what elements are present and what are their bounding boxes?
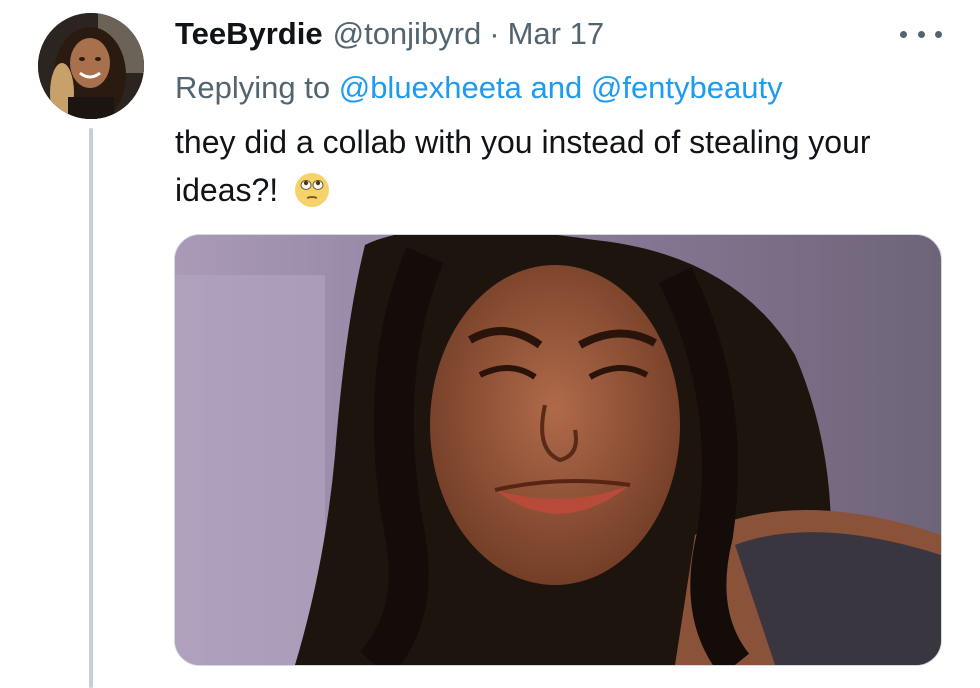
tweet[interactable]: TeeByrdie @tonjibyrd · Mar 17 Replying t… <box>0 0 980 688</box>
replying-to-line: Replying to @bluexheeta and @fentybeauty <box>175 68 783 108</box>
tweet-body: they did a collab with you instead of st… <box>175 124 871 208</box>
tweet-date[interactable]: Mar 17 <box>508 14 604 54</box>
tweet-media-photo[interactable] <box>174 234 942 666</box>
tweet-header: TeeByrdie @tonjibyrd · Mar 17 <box>175 14 604 54</box>
reply-mention-bluexheeta[interactable]: @bluexheeta <box>339 70 522 105</box>
avatar[interactable] <box>38 13 144 119</box>
tweet-text: they did a collab with you instead of st… <box>175 118 955 214</box>
separator-dot: · <box>489 16 500 51</box>
crying-woman-photo <box>175 235 941 665</box>
display-name[interactable]: TeeByrdie <box>175 14 323 54</box>
more-options-icon[interactable] <box>900 22 942 46</box>
face-with-rolling-eyes-emoji <box>293 171 331 209</box>
more-dot <box>935 30 942 38</box>
more-dot <box>900 30 907 38</box>
reply-conjunction: and <box>530 70 583 105</box>
user-handle[interactable]: @tonjibyrd <box>333 14 482 54</box>
avatar-image <box>38 13 144 119</box>
reply-mention-fentybeauty[interactable]: @fentybeauty <box>591 70 783 105</box>
more-dot <box>917 30 925 38</box>
thread-connector-line <box>89 128 93 688</box>
replying-prefix: Replying to <box>175 70 331 105</box>
